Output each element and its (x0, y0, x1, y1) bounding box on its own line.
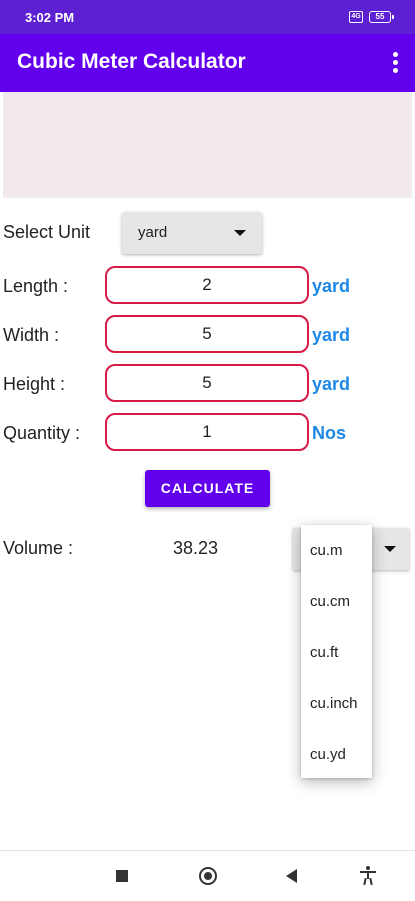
dropdown-option-cu-m[interactable]: cu.m (301, 525, 372, 576)
volume-value: 38.23 (173, 538, 219, 558)
width-unit: yard (312, 325, 351, 345)
dropdown-option-cu-yd[interactable]: cu.yd (301, 729, 372, 780)
length-label: Length : (3, 276, 69, 296)
app-bar: Cubic Meter Calculator (0, 34, 415, 92)
ad-banner[interactable] (3, 92, 412, 198)
navigation-bar (0, 850, 415, 901)
dropdown-option-cu-cm[interactable]: cu.cm (301, 576, 372, 627)
chevron-down-icon (384, 546, 396, 552)
battery-icon: 55 (369, 11, 394, 23)
width-label: Width : (3, 325, 60, 345)
status-time: 3:02 PM (25, 10, 75, 25)
status-icons: 4G 55 (349, 10, 394, 24)
quantity-unit: Nos (312, 423, 347, 443)
height-label: Height : (3, 374, 66, 394)
unit-select-value: yard (138, 224, 168, 241)
quantity-input[interactable]: 1 (105, 413, 309, 451)
quantity-label: Quantity : (3, 423, 81, 443)
status-bar: 3:02 PM 4G 55 (0, 0, 415, 34)
accessibility-icon[interactable] (360, 866, 376, 886)
more-vert-icon[interactable] (389, 52, 401, 74)
length-unit: yard (312, 276, 351, 296)
chevron-down-icon (234, 230, 246, 236)
height-unit: yard (312, 374, 351, 394)
recent-apps-icon[interactable] (116, 870, 128, 882)
calculate-button[interactable]: CALCULATE (145, 470, 270, 507)
dropdown-option-cu-inch[interactable]: cu.inch (301, 678, 372, 729)
length-input[interactable]: 2 (105, 266, 309, 304)
width-input[interactable]: 5 (105, 315, 309, 353)
unit-select[interactable]: yard (122, 212, 262, 254)
back-icon[interactable] (286, 869, 297, 883)
mobile-data-icon: 4G (349, 11, 363, 23)
height-input[interactable]: 5 (105, 364, 309, 402)
app-title: Cubic Meter Calculator (17, 50, 246, 73)
dropdown-option-cu-ft[interactable]: cu.ft (301, 627, 372, 678)
volume-label: Volume : (3, 538, 74, 558)
volume-unit-dropdown: cu.m cu.cm cu.ft cu.inch cu.yd (301, 525, 372, 778)
home-icon[interactable] (199, 867, 217, 885)
select-unit-label: Select Unit (3, 222, 91, 242)
